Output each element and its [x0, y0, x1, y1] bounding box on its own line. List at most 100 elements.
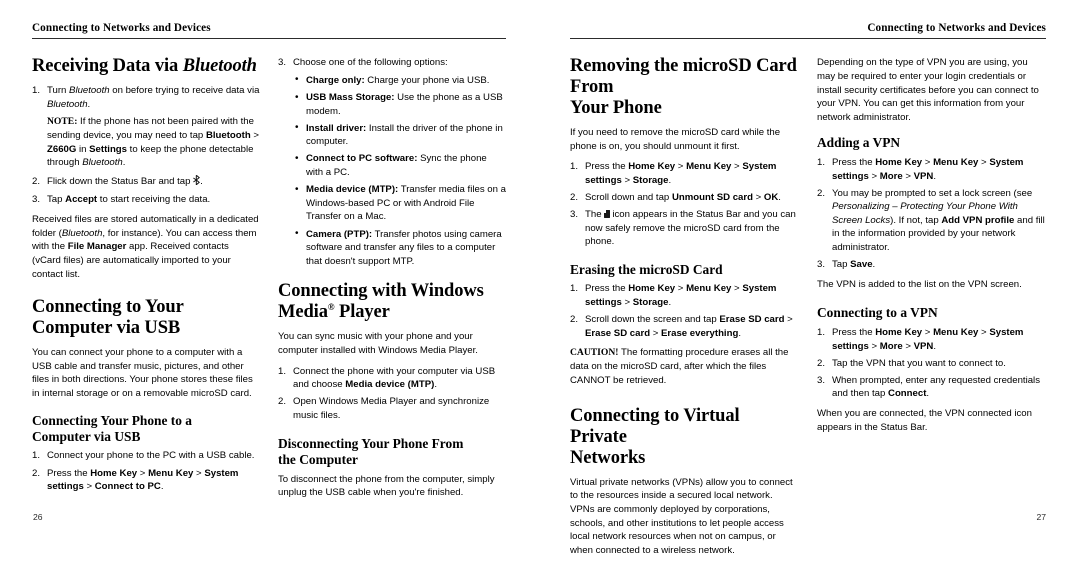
vpn-connected-paragraph: When you are connected, the VPN connecte…	[817, 407, 1032, 433]
step-text: Connect your phone to the PC with a USB …	[47, 450, 255, 462]
list-number: 3.	[817, 259, 826, 271]
vpn-intro-paragraph: Virtual private networks (VPNs) allow yo…	[570, 476, 793, 556]
list-item: Camera (PTP): Transfer photos using came…	[293, 227, 506, 269]
adding-vpn-steps-list: 1. Press the Home Key > Menu Key > Syste…	[817, 156, 1046, 272]
left-column-2: 3. Choose one of the following options: …	[278, 56, 506, 506]
right-page-columns: Removing the microSD Card From Your Phon…	[570, 56, 1046, 564]
list-number: 3.	[817, 374, 826, 386]
book-spread: Connecting to Networks and Devices Recei…	[0, 0, 1080, 556]
list-number: 1.	[278, 365, 287, 377]
connecting-vpn-steps-list: 1. Press the Home Key > Menu Key > Syste…	[817, 326, 1046, 401]
step-text: Tap Accept to start receiving the data.	[47, 194, 211, 206]
heading-connecting-vpn: Connecting to Virtual Private Networks	[570, 406, 799, 469]
heading-line-2: Your Phone	[570, 98, 662, 119]
list-number: 2.	[278, 396, 287, 408]
step-text: Choose one of the following options:	[293, 57, 448, 69]
list-number: 1.	[32, 85, 41, 97]
list-item: 1. Connect your phone to the PC with a U…	[32, 449, 260, 463]
heading-removing-microsd: Removing the microSD Card From Your Phon…	[570, 56, 799, 119]
step-text: Press the Home Key > Menu Key > System s…	[585, 283, 777, 309]
right-column-2: Depending on the type of VPN you are usi…	[817, 56, 1046, 564]
list-number: 2.	[817, 357, 826, 369]
heading-line-2: Media® Player	[278, 302, 390, 323]
list-number: 1.	[817, 326, 826, 338]
page-number-right: 27	[1036, 512, 1046, 522]
heading-line-1: Connecting with Windows	[278, 281, 484, 302]
step-text: Press the Home Key > Menu Key > System s…	[832, 326, 1024, 352]
heading-receiving-data-bluetooth: Receiving Data via Bluetooth	[32, 56, 260, 77]
right-header-rule	[570, 38, 1046, 40]
list-number: 2.	[570, 314, 579, 326]
list-item: Media device (MTP): Transfer media files…	[293, 183, 506, 224]
list-item: 2. Open Windows Media Player and synchro…	[278, 395, 506, 422]
heading-disconnecting-phone: Disconnecting Your Phone From the Comput…	[278, 436, 506, 467]
heading-connecting-computer-usb: Connecting to Your Computer via USB	[32, 297, 260, 339]
sd-card-icon	[604, 210, 610, 219]
heading-erasing-microsd: Erasing the microSD Card	[570, 261, 723, 277]
connect-phone-steps-list: 1. Connect your phone to the PC with a U…	[32, 449, 260, 493]
wmp-intro-paragraph: You can sync music with your phone and y…	[278, 331, 478, 356]
right-running-head-text: Connecting to Networks and Devices	[867, 22, 1046, 34]
list-number: 2.	[32, 467, 41, 479]
list-number: 2.	[817, 187, 826, 199]
left-page: Connecting to Networks and Devices Recei…	[0, 0, 540, 539]
heading-line-2: Computer via USB	[32, 428, 141, 444]
heading-receiving-text: Receiving Data via	[32, 56, 183, 77]
list-item: 1. Press the Home Key > Menu Key > Syste…	[817, 326, 1046, 353]
list-item: 1. Turn Bluetooth on before trying to re…	[32, 84, 260, 170]
list-number: 1.	[817, 156, 826, 168]
bullet-label: USB Mass Storage:	[306, 92, 395, 104]
step-text: Connect the phone with your computer via…	[293, 365, 496, 391]
right-column-1: Removing the microSD Card From Your Phon…	[570, 56, 799, 564]
list-number: 1.	[570, 283, 579, 295]
list-item: 1. Press the Home Key > Menu Key > Syste…	[570, 160, 799, 187]
step-text: Tap Save.	[832, 259, 876, 271]
heading-line-1: Connecting to Virtual Private	[570, 406, 740, 448]
list-item: 3. Choose one of the following options: …	[278, 56, 506, 268]
usb-options-bullets: Charge only: Charge your phone via USB. …	[293, 73, 506, 269]
step-text: Turn Bluetooth on before trying to recei…	[47, 85, 260, 110]
list-item: 2. Flick down the Status Bar and tap .	[32, 175, 260, 190]
right-running-head: Connecting to Networks and Devices	[570, 0, 1046, 34]
list-item: 1. Press the Home Key > Menu Key > Syste…	[817, 156, 1046, 183]
heading-line-1: Connecting to Your	[32, 297, 184, 318]
right-page: Connecting to Networks and Devices Remov…	[540, 0, 1080, 556]
page-number-left: 26	[33, 512, 43, 522]
left-running-head: Connecting to Networks and Devices	[32, 0, 506, 34]
list-number: 1.	[32, 450, 41, 462]
heading-line-2: Networks	[570, 447, 646, 468]
step-text: Scroll down and tap Unmount SD card > OK…	[585, 191, 781, 203]
step-text: The icon appears in the Status Bar and y…	[585, 209, 796, 248]
list-item: 2. Scroll down the screen and tap Erase …	[570, 313, 799, 340]
list-item: 2. Tap the VPN that you want to connect …	[817, 357, 1046, 371]
left-column-1: Receiving Data via Bluetooth 1. Turn Blu…	[32, 56, 260, 506]
heading-connecting-to-a-vpn: Connecting to a VPN	[817, 305, 938, 321]
disconnect-paragraph: To disconnect the phone from the compute…	[278, 473, 495, 499]
step-text: Press the Home Key > Menu Key > System s…	[832, 156, 1024, 182]
bullet-label: Install driver:	[306, 122, 367, 134]
step-text: Tap the VPN that you want to connect to.	[832, 357, 1006, 369]
heading-connecting-phone-computer: Connecting Your Phone to a Computer via …	[32, 413, 260, 444]
heading-line-1: Disconnecting Your Phone From	[278, 436, 464, 452]
bullet-label: Charge only:	[306, 74, 365, 86]
list-item: USB Mass Storage: Use the phone as a USB…	[293, 91, 506, 118]
list-item: Connect to PC software: Sync the phone w…	[293, 152, 506, 179]
usb-intro-paragraph: You can connect your phone to a computer…	[32, 346, 253, 399]
list-item: 2. Press the Home Key > Menu Key > Syste…	[32, 467, 260, 494]
list-item: 1. Press the Home Key > Menu Key > Syste…	[570, 282, 799, 309]
note-label: NOTE:	[47, 116, 78, 128]
erasing-steps-list: 1. Press the Home Key > Menu Key > Syste…	[570, 282, 799, 340]
step-text: Flick down the Status Bar and tap	[47, 175, 194, 187]
left-running-head-text: Connecting to Networks and Devices	[32, 22, 211, 34]
list-item: 1. Connect the phone with your computer …	[278, 365, 506, 392]
step-text: Scroll down the screen and tap Erase SD …	[585, 314, 793, 339]
list-number: 2.	[32, 175, 41, 187]
heading-line-1: Connecting Your Phone to a	[32, 413, 192, 429]
step-text: Press the Home Key > Menu Key > System s…	[47, 467, 239, 493]
list-item: Charge only: Charge your phone via USB.	[293, 73, 506, 88]
vpn-credentials-paragraph: Depending on the type of VPN you are usi…	[817, 57, 1039, 123]
heading-adding-vpn: Adding a VPN	[817, 135, 901, 151]
list-item: 2. Scroll down and tap Unmount SD card >…	[570, 191, 799, 205]
list-number: 3.	[32, 194, 41, 206]
step-text: Open Windows Media Player and synchroniz…	[293, 396, 490, 421]
